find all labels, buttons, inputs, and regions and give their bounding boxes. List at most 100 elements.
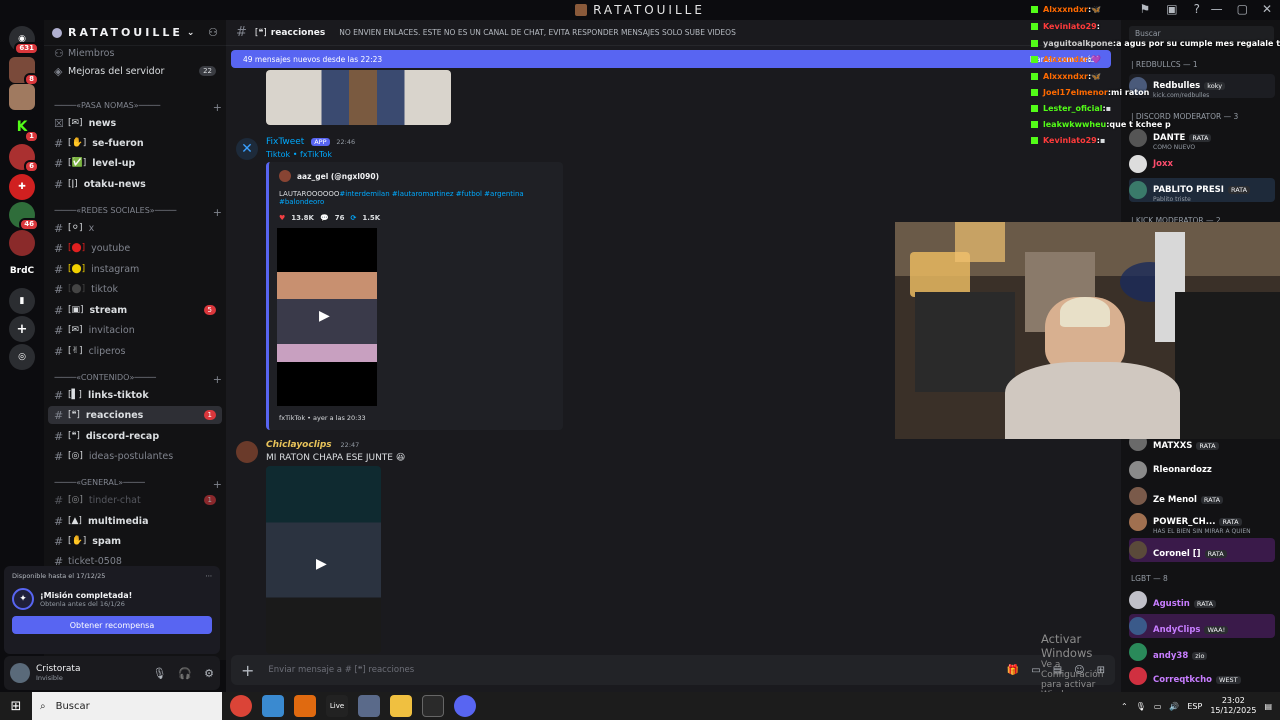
channel-multimedia[interactable]: # [▲] multimedia <box>48 512 222 530</box>
channel-cliperos[interactable]: # [✌] cliperos <box>48 342 222 360</box>
server-icon-3[interactable]: 6 <box>9 144 39 173</box>
discord-icon[interactable] <box>454 695 476 717</box>
channel-otaku-news[interactable]: # [ǀ] otaku-news <box>48 175 222 193</box>
copilot-icon[interactable] <box>262 695 284 717</box>
channel-invitacion[interactable]: # [✉] invitacion <box>48 321 222 339</box>
member-item[interactable]: Joxx <box>1129 152 1275 176</box>
live-app-icon[interactable]: Live <box>326 695 348 717</box>
microphone-icon[interactable]: 🎙 <box>152 667 166 680</box>
member-item[interactable]: andy38 zio <box>1129 640 1275 664</box>
member-item[interactable]: Redbulles koky kick.com/redbulles <box>1129 74 1275 99</box>
channel-topic[interactable]: NO ENVIEN ENLACES. ESTE NO ES UN CANAL D… <box>339 28 736 37</box>
channel-reacciones[interactable]: # [❝] reacciones 1 <box>48 406 222 424</box>
network-icon[interactable]: ▭ <box>1154 702 1162 711</box>
add-user-icon[interactable]: ⚇ <box>208 26 218 39</box>
sidebar-item-boosts[interactable]: ◈ Mejoras del servidor 22 <box>48 62 222 80</box>
fixtweet-avatar[interactable]: ✕ <box>236 138 258 160</box>
channel-tiktok[interactable]: # [⬤] tiktok <box>48 280 222 298</box>
embed-author[interactable]: aaz_gel (@ngxl090) <box>279 170 553 182</box>
brave-icon[interactable] <box>294 695 316 717</box>
server-header[interactable]: RATATOUILLE ⌄ ⚇ <box>44 20 226 46</box>
add-channel-icon[interactable]: + <box>213 101 222 114</box>
message-link[interactable]: Tiktok • fxTikTok <box>266 150 332 159</box>
claim-reward-button[interactable]: Obtener recompensa <box>12 616 212 634</box>
kick-server-icon[interactable]: K1 <box>9 114 39 143</box>
channel-youtube[interactable]: # [⬤] youtube <box>48 239 222 257</box>
message-author[interactable]: FixTweet <box>266 137 304 147</box>
member-item[interactable]: Correqtkcho WEST <box>1129 664 1275 688</box>
gift-icon[interactable]: 🎁 <box>1007 665 1019 676</box>
windows-start-icon[interactable]: ⊞ <box>0 692 32 720</box>
discord-home-icon[interactable]: ◉ 631 <box>9 26 39 55</box>
channel-x[interactable]: # [⚪] x <box>48 219 222 237</box>
server-icon-7[interactable]: ▮ <box>9 288 35 314</box>
member-item[interactable]: Coronel [] RATA <box>1129 538 1275 562</box>
composer-placeholder[interactable]: Enviar mensaje a # [❝] reacciones <box>268 665 414 675</box>
add-channel-icon[interactable]: + <box>213 478 222 491</box>
attached-video[interactable]: ▶ <box>266 466 381 654</box>
server-icon-4[interactable]: ✚ <box>9 174 35 200</box>
gif-icon[interactable]: ▭ <box>1031 665 1040 676</box>
attached-image[interactable] <box>266 70 451 125</box>
channel-stream[interactable]: # [▣] stream 5 <box>48 301 222 319</box>
play-icon[interactable]: ▶ <box>316 556 327 572</box>
maximize-icon[interactable]: ▢ <box>1237 2 1248 16</box>
chrome-icon[interactable] <box>230 695 252 717</box>
category-pasa-nomas[interactable]: ╶────«PASA NOMAS»────╴ + <box>52 101 222 114</box>
category-redes-sociales[interactable]: ╶────«REDES SOCIALES»────╴ + <box>52 206 222 219</box>
taskbar-search[interactable]: ⌕ Buscar <box>32 692 222 720</box>
channel-instagram[interactable]: # [⬤] instagram <box>48 260 222 278</box>
server-icon-1[interactable]: 8 <box>9 57 39 86</box>
gear-icon[interactable]: ⚙ <box>204 667 214 680</box>
new-messages-bar[interactable]: 49 mensajes nuevos desde las 22:23 Marca… <box>231 50 1111 68</box>
category-general[interactable]: ╶────«GENERAL»────╴ + <box>52 478 222 491</box>
server-label[interactable]: BrdC <box>9 258 35 284</box>
message-composer[interactable]: + Enviar mensaje a # [❝] reacciones 🎁 ▭ … <box>231 655 1115 685</box>
channel-spam[interactable]: # [✋] spam <box>48 532 222 550</box>
channel-tinder-chat[interactable]: # [◎] tinder-chat 1 <box>48 491 222 509</box>
help-icon[interactable]: ? <box>1194 2 1200 16</box>
play-icon[interactable]: ▶ <box>319 308 330 324</box>
server-icon-6[interactable] <box>9 230 35 256</box>
channel-ideas-postulantes[interactable]: # [◎] ideas-postulantes <box>48 447 222 465</box>
server-icon-2[interactable] <box>9 84 35 110</box>
headphones-icon[interactable]: 🎧 <box>178 667 192 680</box>
member-item[interactable]: PABLITO PRESI RATA Pablito triste <box>1129 178 1275 203</box>
notes-icon[interactable] <box>358 695 380 717</box>
add-channel-icon[interactable]: + <box>213 373 222 386</box>
member-item[interactable]: Ze Menol RATA <box>1129 484 1275 508</box>
user-names[interactable]: Cristorata Invisible <box>36 664 80 682</box>
message-author[interactable]: Chiclayoclips <box>266 440 332 450</box>
more-icon[interactable]: ⋯ <box>206 572 213 580</box>
chevron-up-icon[interactable]: ⌃ <box>1121 702 1128 711</box>
add-server-icon[interactable]: + <box>9 316 35 342</box>
embed-video[interactable]: ▶ <box>277 228 377 406</box>
inbox-icon[interactable]: ⚑ <box>1140 2 1151 16</box>
add-channel-icon[interactable]: + <box>213 206 222 219</box>
member-item[interactable]: Agustin RATA <box>1129 588 1275 612</box>
channel-news[interactable]: ☒ [✉] news <box>48 114 222 132</box>
member-item[interactable]: POWER_CH... RATA HAS EL BIEN SIN MIRAR A Q… <box>1129 510 1275 535</box>
minimize-icon[interactable]: — <box>1211 2 1223 16</box>
language-indicator[interactable]: ESP <box>1187 702 1202 711</box>
sidebar-item-members[interactable]: ⚇ Miembros <box>48 44 222 62</box>
close-icon[interactable]: ✕ <box>1262 2 1272 16</box>
volume-icon[interactable]: 🔊 <box>1169 702 1179 711</box>
microphone-icon[interactable]: 🎙 <box>1136 702 1146 711</box>
notification-icon[interactable]: ▤ <box>1264 702 1272 711</box>
channel-se-fueron[interactable]: # [✋] se-fueron <box>48 134 222 152</box>
clock[interactable]: 23:02 15/12/2025 <box>1210 696 1256 716</box>
channel-links-tiktok[interactable]: # [▌] links-tiktok <box>48 386 222 404</box>
add-attachment-icon[interactable]: + <box>241 661 254 680</box>
category-contenido[interactable]: ╶────«CONTENIDO»────╴ + <box>52 373 222 386</box>
avatar[interactable] <box>236 441 258 463</box>
member-item[interactable]: Rleonardozz <box>1129 458 1275 482</box>
avatar[interactable] <box>10 663 30 683</box>
channel-discord-recap[interactable]: # [❝] discord-recap <box>48 427 222 445</box>
screen-icon[interactable]: ▣ <box>1166 2 1177 16</box>
obs-icon[interactable] <box>422 695 444 717</box>
discover-icon[interactable]: ◎ <box>9 344 35 370</box>
member-item[interactable]: DANTE RATA COMO NUEVO <box>1129 126 1275 151</box>
channel-level-up[interactable]: # [✅] level-up <box>48 154 222 172</box>
member-item[interactable]: AndyClips WAA! <box>1129 614 1275 638</box>
